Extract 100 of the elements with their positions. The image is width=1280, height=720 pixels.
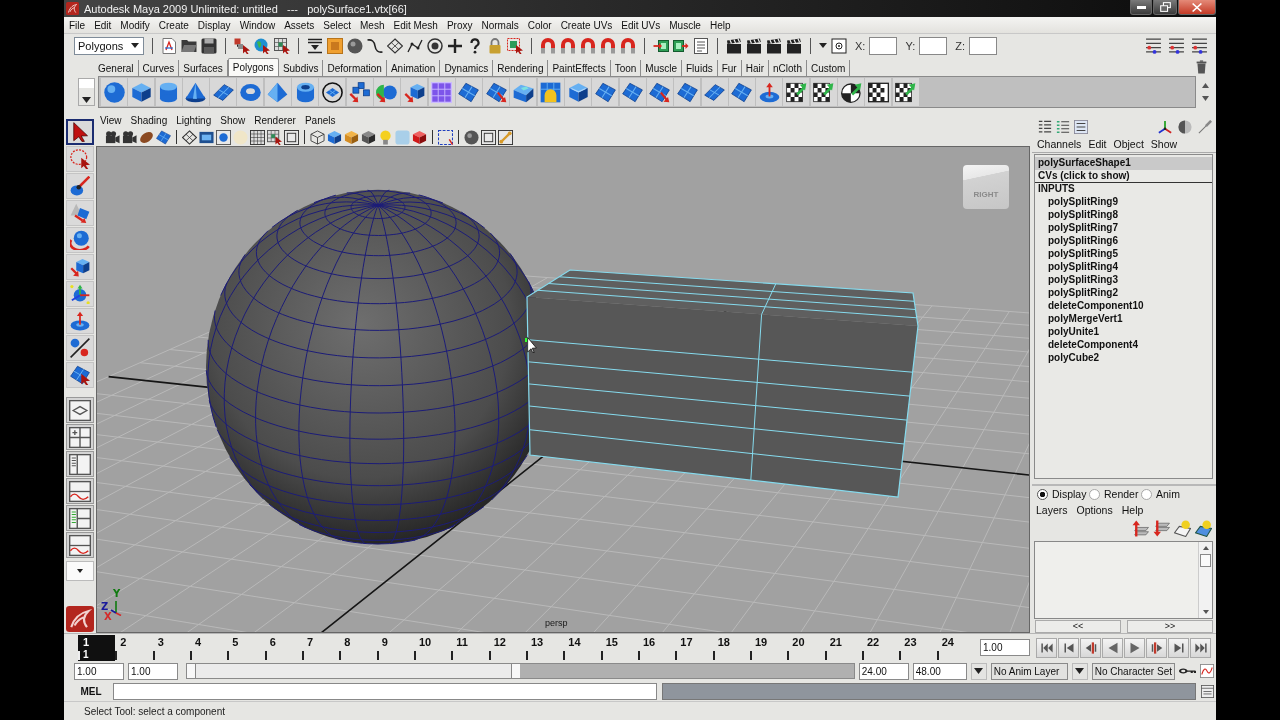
layout-button[interactable] [66,532,94,558]
timeline-frame[interactable]: 15 [600,634,638,661]
input-node[interactable]: polyUnite1 [1035,326,1212,339]
coordinate-field[interactable] [869,36,898,55]
menu-item[interactable]: Mesh [360,19,385,31]
shelf-button[interactable] [128,78,155,106]
lines-icon[interactable] [1168,37,1185,54]
list-icon[interactable] [1038,119,1052,134]
menu-item[interactable]: Display [197,19,231,31]
page-button[interactable]: << [1035,620,1121,633]
menu-item[interactable]: Assets [284,19,315,31]
timeline-frame[interactable]: 11 [451,634,489,661]
menu-item[interactable]: View [100,115,122,126]
bone-frame-icon[interactable] [498,129,513,145]
playback-button[interactable] [1036,637,1057,658]
frame-cursor-icon[interactable] [507,37,523,54]
menu-item[interactable]: Normals [481,19,519,31]
playback-button[interactable] [1190,637,1211,658]
shelf-button[interactable] [292,78,319,106]
shelf-button[interactable] [401,78,428,106]
menu-item[interactable]: Edit Mesh [393,19,438,31]
trash-icon[interactable] [1195,59,1208,74]
restore-button[interactable] [1153,0,1177,15]
dropdown-button[interactable] [970,662,987,680]
framed-ball-icon[interactable] [216,129,231,145]
target-icon[interactable] [427,37,443,54]
oval-icon[interactable] [139,129,154,145]
menu-item[interactable]: Lighting [176,115,212,126]
grid-frame-icon[interactable] [250,129,265,145]
layout-button[interactable] [66,478,94,504]
diamond-grid-icon[interactable] [182,129,197,145]
start-time-field[interactable]: 1.00 [74,662,124,680]
input-node[interactable]: polySplitRing9 [1035,196,1212,209]
lines-arrow-icon[interactable] [307,37,323,54]
menu-item[interactable]: Edit [94,19,112,31]
layer-list[interactable] [1034,541,1213,619]
input-node[interactable]: deleteComponent10 [1035,300,1212,313]
input-node[interactable]: polyCube2 [1035,352,1212,365]
page-button[interactable]: >> [1127,620,1213,633]
timeline-frame[interactable]: 14 [563,634,601,661]
list-icon[interactable] [1074,119,1088,134]
menu-set-dropdown[interactable]: Polygons [74,36,144,55]
sheet-star-icon[interactable] [1174,519,1191,537]
caret-icon[interactable] [819,43,827,48]
shelf-menu-button[interactable] [78,78,95,106]
square-target-icon[interactable] [831,37,847,54]
magnet-icon[interactable] [540,37,556,54]
shelf-button[interactable] [565,78,592,106]
timeline-frame[interactable]: 24 [936,634,974,661]
menu-item[interactable]: Help [709,19,731,31]
input-node[interactable]: polySplitRing5 [1035,248,1212,261]
logo-icon[interactable] [66,606,94,632]
lines-icon[interactable] [1191,37,1208,54]
menu-item[interactable]: Proxy [446,19,473,31]
shelf-button[interactable] [182,78,209,106]
lines-icon[interactable] [1145,37,1162,54]
coordinate-field[interactable] [969,36,997,55]
shelf-button[interactable] [838,78,864,106]
polyline-icon[interactable] [407,37,423,54]
menu-item[interactable]: Renderer [254,115,296,126]
document-icon[interactable] [161,37,177,54]
box-arrow-icon[interactable] [673,37,689,54]
radio-button[interactable] [1089,488,1100,500]
shelf-tab[interactable]: Polygons [227,58,279,76]
grid-cursor-icon[interactable] [274,37,290,54]
sheet-star-icon[interactable] [1195,519,1212,537]
timeline-frame[interactable]: 5 [227,634,265,661]
timeline-frame[interactable]: 12 [488,634,526,661]
layout-button[interactable] [66,424,94,450]
question-mark-icon[interactable] [467,37,483,54]
playback-start-field[interactable]: 1.00 [128,662,178,680]
menu-item[interactable]: Panels [304,115,336,126]
menu-item[interactable]: File [69,19,86,31]
scrollbar[interactable] [1198,542,1212,618]
layers-up-icon[interactable] [1132,519,1149,537]
boxes-cursor-icon[interactable] [234,37,250,54]
timeline-frame[interactable]: 22 [862,634,900,661]
menu-item[interactable]: Window [239,19,276,31]
menu-item[interactable]: Muscle [669,19,701,31]
caret-down-icon[interactable] [1202,96,1209,101]
movie-camera-icon[interactable] [122,129,137,145]
menu-item[interactable]: Show [220,115,246,126]
padlock-icon[interactable] [487,37,503,54]
timeline-frame[interactable]: 1 1 [78,634,116,661]
folder-icon[interactable] [181,37,197,54]
input-node[interactable]: polySplitRing3 [1035,274,1212,287]
input-node[interactable]: deleteComponent4 [1035,339,1212,352]
magnet-icon[interactable] [580,37,596,54]
command-field[interactable] [113,682,657,700]
input-node[interactable]: polySplitRing2 [1035,287,1212,300]
wire-cube-icon[interactable] [310,129,325,145]
menu-item[interactable]: Show [1150,138,1178,150]
layout-button[interactable] [66,451,94,477]
shelf-button[interactable] [319,78,346,106]
input-node[interactable]: polySplitRing4 [1035,261,1212,274]
scroll-thumb[interactable] [1200,554,1211,567]
timeline-frame[interactable]: 2 [115,634,153,661]
menu-item[interactable]: Create UVs [560,19,613,31]
timeline-frame[interactable]: 10 [414,634,452,661]
input-node[interactable]: polySplitRing7 [1035,222,1212,235]
